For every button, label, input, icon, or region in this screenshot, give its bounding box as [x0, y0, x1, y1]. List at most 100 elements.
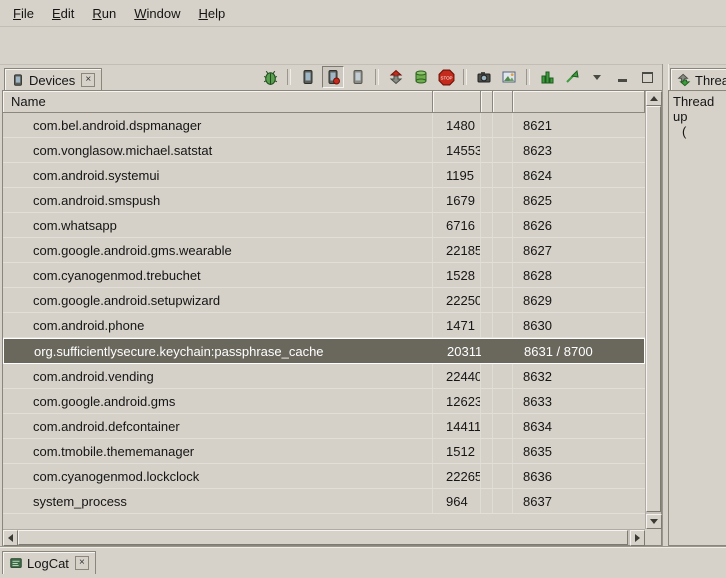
table-row[interactable]: com.google.android.setupwizard222508629	[3, 288, 645, 313]
table-row[interactable]: com.android.smspush16798625	[3, 188, 645, 213]
scroll-right-button[interactable]	[630, 530, 645, 546]
cell-blank	[493, 163, 513, 187]
process-port: 8635	[513, 439, 645, 463]
threads-message-line2: (	[673, 124, 726, 139]
threads-tabbar: Threads	[668, 64, 726, 90]
table-row[interactable]: com.android.phone14718630	[3, 313, 645, 338]
cell-blank	[481, 263, 493, 287]
horizontal-scroll-track[interactable]	[18, 530, 630, 545]
process-name: system_process	[3, 489, 433, 513]
scrollbar-corner	[645, 529, 661, 545]
device-tab-icon	[11, 73, 25, 87]
table-row[interactable]: com.google.android.gms126238633	[3, 389, 645, 414]
update-threads-icon[interactable]	[385, 66, 407, 88]
workbench-panels: Devices ×	[0, 64, 726, 546]
column-header-port[interactable]	[513, 91, 645, 113]
column-header-blank2[interactable]	[493, 91, 513, 113]
horizontal-scrollbar[interactable]	[3, 529, 645, 545]
table-row[interactable]: com.google.android.gms.wearable221858627	[3, 238, 645, 263]
vertical-scroll-thumb[interactable]	[646, 106, 661, 512]
cell-blank	[493, 489, 513, 513]
update-heap-icon[interactable]	[410, 66, 432, 88]
toolbar-separator	[526, 69, 530, 85]
tab-devices[interactable]: Devices ×	[4, 68, 102, 91]
cell-blank	[494, 339, 514, 363]
threads-tab-icon	[677, 73, 691, 87]
menu-window[interactable]: Window	[125, 3, 189, 24]
table-row[interactable]: org.sufficientlysecure.keychain:passphra…	[3, 338, 645, 364]
devices-toolbar: STOP	[259, 66, 662, 90]
screenshot-icon[interactable]	[473, 66, 495, 88]
cell-blank	[493, 389, 513, 413]
cause-gc-icon[interactable]	[561, 66, 583, 88]
minimize-icon[interactable]	[611, 66, 633, 88]
table-row[interactable]: com.android.systemui11958624	[3, 163, 645, 188]
tab-devices-close-icon[interactable]: ×	[81, 73, 95, 87]
device-debug-selected-icon[interactable]	[322, 66, 344, 88]
vertical-scroll-track[interactable]	[646, 106, 661, 514]
tab-logcat[interactable]: LogCat ×	[2, 551, 96, 574]
table-row[interactable]: com.vonglasow.michael.satstat145538623	[3, 138, 645, 163]
stop-process-icon[interactable]: STOP	[435, 66, 457, 88]
horizontal-scroll-thumb[interactable]	[18, 530, 628, 545]
process-pid: 1480	[433, 113, 481, 137]
cell-blank	[481, 188, 493, 212]
process-port: 8623	[513, 138, 645, 162]
ui-hierarchy-icon[interactable]	[498, 66, 520, 88]
menu-bar: FileEditRunWindowHelp	[0, 0, 726, 27]
table-row[interactable]: com.tmobile.thememanager15128635	[3, 439, 645, 464]
cell-blank	[493, 188, 513, 212]
heap-dump-icon[interactable]	[536, 66, 558, 88]
menu-file[interactable]: File	[4, 3, 43, 24]
process-name: com.google.android.setupwizard	[3, 288, 433, 312]
process-name: com.vonglasow.michael.satstat	[3, 138, 433, 162]
cell-blank	[481, 414, 493, 438]
process-pid: 22440	[433, 364, 481, 388]
cell-blank	[493, 263, 513, 287]
process-pid: 14411	[433, 414, 481, 438]
menu-run[interactable]: Run	[83, 3, 125, 24]
device-offline-icon[interactable]	[347, 66, 369, 88]
cell-blank	[481, 364, 493, 388]
table-row[interactable]: com.bel.android.dspmanager14808621	[3, 113, 645, 138]
column-header-name[interactable]: Name	[3, 91, 433, 113]
scroll-down-button[interactable]	[646, 514, 662, 529]
scroll-up-button[interactable]	[646, 91, 662, 106]
table-row[interactable]: com.whatsapp67168626	[3, 213, 645, 238]
cell-blank	[493, 213, 513, 237]
process-name: com.android.defcontainer	[3, 414, 433, 438]
process-pid: 22185	[433, 238, 481, 262]
column-header-blank1[interactable]	[481, 91, 493, 113]
tab-threads[interactable]: Threads	[670, 68, 726, 91]
column-header-pid[interactable]	[433, 91, 481, 113]
cell-blank	[493, 313, 513, 337]
device-online-icon[interactable]	[297, 66, 319, 88]
table-row[interactable]: com.cyanogenmod.trebuchet15288628	[3, 263, 645, 288]
process-pid: 22250	[433, 288, 481, 312]
menu-edit[interactable]: Edit	[43, 3, 83, 24]
process-port: 8628	[513, 263, 645, 287]
maximize-icon[interactable]	[636, 66, 658, 88]
menu-help[interactable]: Help	[189, 3, 234, 24]
tab-logcat-close-icon[interactable]: ×	[75, 556, 89, 570]
view-menu-chevron-icon[interactable]	[586, 66, 608, 88]
cell-blank	[493, 414, 513, 438]
svg-text:STOP: STOP	[440, 75, 452, 80]
cell-blank	[493, 238, 513, 262]
devices-table: Name com.bel.android.dspmanager14808621c…	[2, 90, 662, 546]
table-row[interactable]: com.android.vending224408632	[3, 364, 645, 389]
cell-blank	[481, 313, 493, 337]
cell-blank	[481, 113, 493, 137]
debug-attach-icon[interactable]	[259, 66, 281, 88]
table-row[interactable]: com.cyanogenmod.lockclock222658636	[3, 464, 645, 489]
process-port: 8636	[513, 464, 645, 488]
process-pid: 1195	[433, 163, 481, 187]
devices-table-area: Name com.bel.android.dspmanager14808621c…	[3, 91, 645, 529]
cell-blank	[481, 163, 493, 187]
process-pid: 964	[433, 489, 481, 513]
vertical-scrollbar[interactable]	[645, 91, 661, 529]
process-port: 8632	[513, 364, 645, 388]
table-row[interactable]: com.android.defcontainer144118634	[3, 414, 645, 439]
scroll-left-button[interactable]	[3, 530, 18, 546]
table-row[interactable]: system_process9648637	[3, 489, 645, 514]
